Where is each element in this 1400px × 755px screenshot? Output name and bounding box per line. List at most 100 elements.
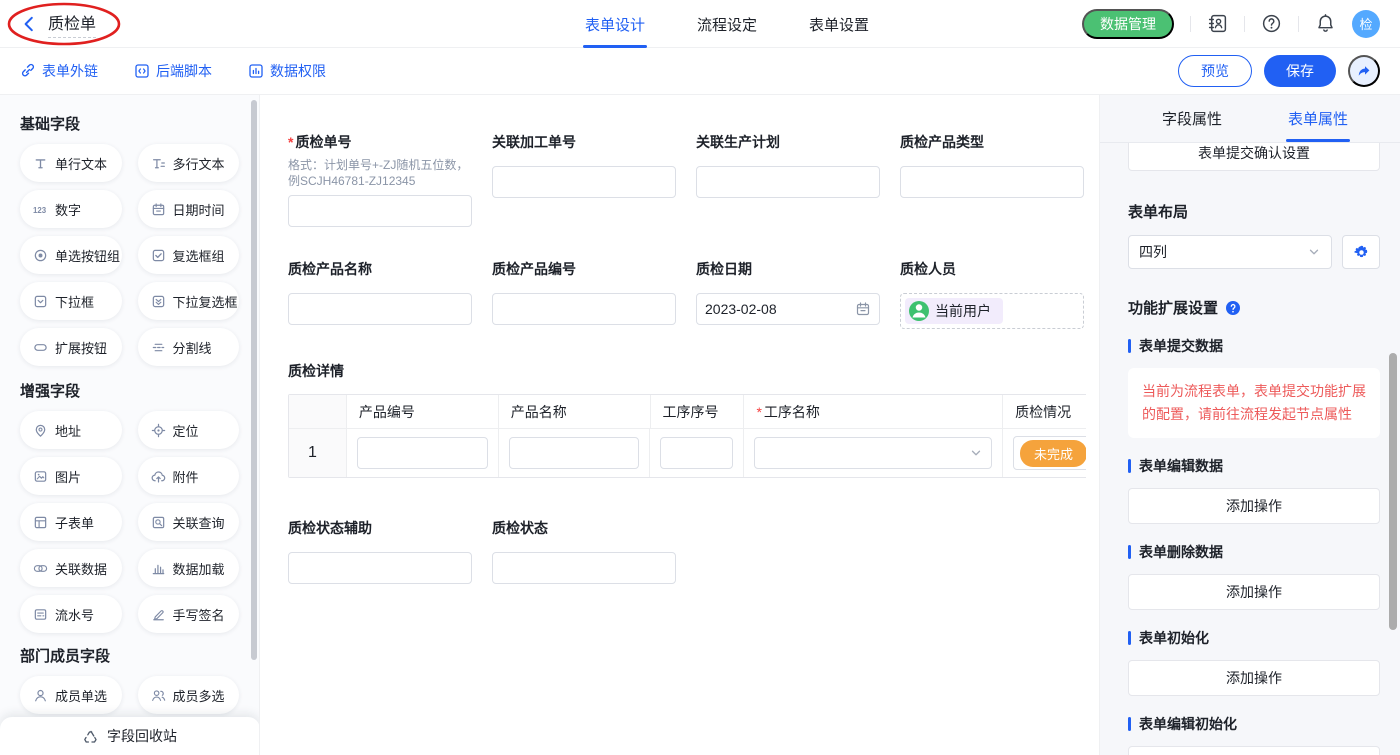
external-link-button[interactable]: 表单外链 — [20, 61, 98, 81]
sidebar-item-address[interactable]: 地址 — [20, 411, 122, 449]
item-label: 地址 — [55, 421, 81, 440]
save-button[interactable]: 保存 — [1264, 55, 1336, 87]
text-multi-icon — [151, 156, 166, 171]
add-action-button-edit-init[interactable]: 添加操作 — [1128, 746, 1380, 755]
sidebar-item-divider[interactable]: 分割线 — [138, 328, 240, 366]
sidebar-item-location[interactable]: 定位 — [138, 411, 240, 449]
sidebar-item-member-multi[interactable]: 成员多选 — [138, 676, 240, 714]
tab-form-properties[interactable]: 表单属性 — [1288, 95, 1348, 142]
preview-button[interactable]: 预览 — [1178, 55, 1252, 87]
row-index: 1 — [289, 429, 347, 477]
tab-flow-setting[interactable]: 流程设定 — [697, 0, 757, 48]
sidebar-item-radio-group[interactable]: 单选按钮组 — [20, 236, 122, 274]
section-label: 表单提交数据 — [1139, 336, 1223, 356]
sidebar-scrollbar[interactable] — [251, 100, 257, 660]
sidebar-item-signature[interactable]: 手写签名 — [138, 595, 240, 633]
status-aux-input[interactable] — [288, 552, 472, 584]
svg-text:123: 123 — [33, 205, 47, 214]
select-icon — [33, 294, 48, 309]
sidebar-item-datetime[interactable]: 日期时间 — [138, 190, 240, 228]
add-action-button-init[interactable]: 添加操作 — [1128, 660, 1380, 696]
inspector-picker[interactable]: 当前用户 — [900, 293, 1084, 329]
col-status: 质检情况 — [1003, 395, 1086, 429]
field-label: 质检日期 — [696, 259, 880, 279]
current-user-tag[interactable]: 当前用户 — [905, 298, 1003, 324]
sidebar-item-multi-text[interactable]: 多行文本 — [138, 144, 240, 182]
section-bar — [1128, 717, 1131, 731]
section-title: 部门成员字段 — [20, 645, 239, 666]
field-production-plan[interactable]: 关联生产计划 — [696, 132, 880, 198]
data-manage-button[interactable]: 数据管理 — [1082, 9, 1174, 39]
backend-script-button[interactable]: 后端脚本 — [134, 61, 212, 81]
add-action-button-edit[interactable]: 添加操作 — [1128, 488, 1380, 524]
item-label: 成员多选 — [173, 686, 225, 705]
item-label: 关联数据 — [55, 559, 107, 578]
help-filled-icon[interactable] — [1225, 300, 1241, 316]
form-canvas[interactable]: 质检单号 格式：计划单号+-ZJ随机五位数，例SCJH46781-ZJ12345… — [260, 95, 1100, 755]
cell-product-name-input[interactable] — [509, 437, 640, 469]
field-inspection-date[interactable]: 质检日期 2023-02-08 — [696, 259, 880, 325]
ext-setting-title: 功能扩展设置 — [1128, 297, 1218, 318]
cell-status-box[interactable]: 未完成 — [1013, 436, 1086, 470]
bell-icon[interactable] — [1315, 13, 1336, 34]
status-input[interactable] — [492, 552, 676, 584]
layout-select[interactable]: 四列 — [1128, 235, 1332, 269]
inspection-date-input[interactable]: 2023-02-08 — [696, 293, 880, 325]
field-product-name[interactable]: 质检产品名称 — [288, 259, 472, 325]
sidebar-item-image[interactable]: 图片 — [20, 457, 122, 495]
window-scrollbar[interactable] — [1389, 353, 1397, 630]
avatar[interactable]: 检 — [1352, 10, 1380, 38]
sidebar-item-related-data[interactable]: 关联数据 — [20, 549, 122, 587]
tab-field-properties[interactable]: 字段属性 — [1162, 95, 1222, 142]
data-permission-button[interactable]: 数据权限 — [248, 61, 326, 81]
inspection-no-input[interactable] — [288, 195, 472, 227]
sidebar-item-single-text[interactable]: 单行文本 — [20, 144, 122, 182]
sidebar-item-number[interactable]: 123数字 — [20, 190, 122, 228]
product-type-input[interactable] — [900, 166, 1084, 198]
sidebar-item-select[interactable]: 下拉框 — [20, 282, 122, 320]
extend-button-icon — [33, 340, 48, 355]
help-icon[interactable] — [1261, 13, 1282, 34]
field-status-aux[interactable]: 质检状态辅助 — [288, 518, 472, 584]
cell-step-name-select[interactable] — [754, 437, 992, 469]
sidebar-item-multi-select[interactable]: 下拉复选框 — [138, 282, 240, 320]
cell-step-no-input[interactable] — [660, 437, 733, 469]
sidebar-item-member-single[interactable]: 成员单选 — [20, 676, 122, 714]
field-label: 质检状态辅助 — [288, 518, 472, 538]
sidebar-item-data-load[interactable]: 数据加载 — [138, 549, 240, 587]
sidebar-item-serial[interactable]: 流水号 — [20, 595, 122, 633]
sidebar-item-subform[interactable]: 子表单 — [20, 503, 122, 541]
back-icon[interactable] — [20, 15, 38, 33]
field-inspector[interactable]: 质检人员 当前用户 — [900, 259, 1084, 329]
production-plan-input[interactable] — [696, 166, 880, 198]
field-inspection-detail[interactable]: 质检详情 产品编号 产品名称 工序序号 工序名称 质检情况 1 — [288, 361, 1099, 478]
field-inspection-no[interactable]: 质检单号 格式：计划单号+-ZJ随机五位数，例SCJH46781-ZJ12345 — [288, 132, 472, 227]
field-process-order[interactable]: 关联加工单号 — [492, 132, 676, 198]
sidebar-item-extend-button[interactable]: 扩展按钮 — [20, 328, 122, 366]
tab-label: 字段属性 — [1162, 108, 1222, 129]
field-status[interactable]: 质检状态 — [492, 518, 676, 584]
tab-form-design[interactable]: 表单设计 — [585, 0, 645, 48]
section-submit-data: 表单提交数据 — [1128, 336, 1380, 356]
field-product-type[interactable]: 质检产品类型 — [900, 132, 1084, 198]
subform-icon — [33, 515, 48, 530]
product-name-input[interactable] — [288, 293, 472, 325]
field-recycle-bin[interactable]: 字段回收站 — [0, 717, 260, 755]
cell-product-no-input[interactable] — [357, 437, 488, 469]
layout-config-button[interactable] — [1342, 235, 1380, 269]
tab-form-setting[interactable]: 表单设置 — [809, 0, 869, 48]
member-single-icon — [33, 688, 48, 703]
address-book-icon[interactable] — [1207, 13, 1228, 34]
sidebar-item-attachment[interactable]: 附件 — [138, 457, 240, 495]
share-button[interactable] — [1348, 55, 1380, 87]
field-product-no[interactable]: 质检产品编号 — [492, 259, 676, 325]
product-no-input[interactable] — [492, 293, 676, 325]
sidebar-item-checkbox-group[interactable]: 复选框组 — [138, 236, 240, 274]
form-title[interactable]: 质检单 — [48, 10, 96, 38]
add-action-button-delete[interactable]: 添加操作 — [1128, 574, 1380, 610]
sidebar-item-related-query[interactable]: 关联查询 — [138, 503, 240, 541]
app-header: 质检单 表单设计 流程设定 表单设置 数据管理 检 — [0, 0, 1400, 48]
submit-confirm-setting-button[interactable]: 表单提交确认设置 — [1128, 143, 1380, 171]
process-order-input[interactable] — [492, 166, 676, 198]
field-label: 质检产品编号 — [492, 259, 676, 279]
